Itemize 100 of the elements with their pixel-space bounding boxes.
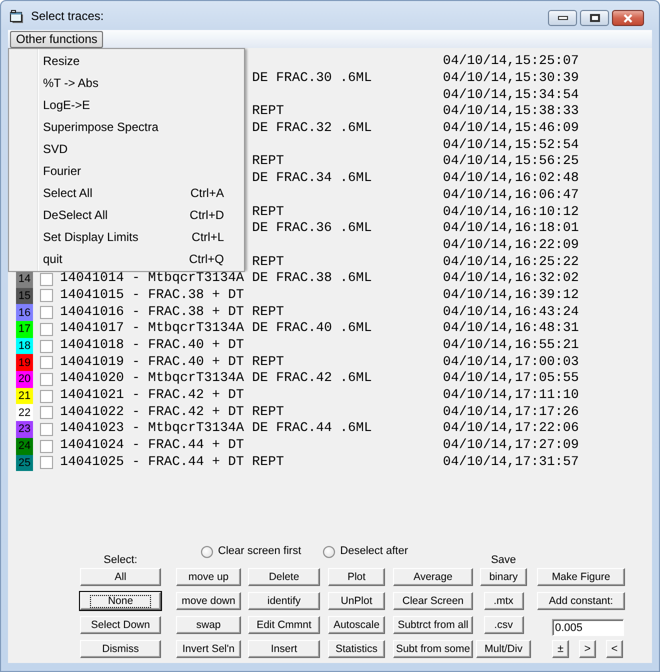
- action-button[interactable]: Add constant:: [537, 592, 625, 610]
- timestamp: 04/10/14,17:27:09: [442, 440, 579, 452]
- action-button[interactable]: All: [80, 568, 161, 586]
- action-button[interactable]: UnPlot: [328, 592, 385, 610]
- trace-label: DE FRAC.32 .6ML: [252, 123, 372, 136]
- menu-option[interactable]: SVD: [9, 138, 244, 160]
- action-button[interactable]: Select Down: [80, 616, 161, 634]
- window-icon: [10, 10, 24, 23]
- checkbox[interactable]: [40, 272, 53, 286]
- trace-label: 14041017 - MtbqcrT3134A DE FRAC.40 .6ML: [60, 323, 372, 336]
- action-button[interactable]: Insert: [248, 640, 320, 658]
- radio-option[interactable]: Deselect after: [323, 545, 408, 558]
- timestamp: 04/10/14,17:11:10: [442, 390, 579, 402]
- action-button[interactable]: .mtx: [484, 592, 524, 610]
- timestamp: 04/10/14,16:55:21: [442, 340, 579, 352]
- action-button[interactable]: None: [80, 592, 161, 610]
- timestamp: 04/10/14,16:10:12: [442, 206, 579, 219]
- action-button[interactable]: .csv: [484, 616, 524, 634]
- input-field[interactable]: 0.005: [552, 619, 624, 636]
- checkbox[interactable]: [40, 390, 53, 403]
- trace-label: 14041022 - FRAC.42 + DT REPT: [60, 406, 284, 419]
- trace-label: DE FRAC.36 .6ML: [252, 223, 372, 236]
- trace-number: 18: [16, 338, 33, 354]
- checkbox[interactable]: [40, 322, 53, 336]
- checkbox[interactable]: [40, 289, 53, 302]
- action-button[interactable]: Subtrct from all: [393, 616, 473, 634]
- timestamp: 04/10/14,16:32:02: [442, 273, 579, 286]
- action-button[interactable]: identify: [248, 592, 320, 610]
- checkbox[interactable]: [40, 456, 53, 470]
- trace-label: 14041018 - FRAC.40 + DT: [60, 340, 244, 352]
- checkbox[interactable]: [40, 356, 53, 370]
- close-button[interactable]: [612, 10, 644, 26]
- action-button[interactable]: Average: [393, 568, 473, 586]
- action-button[interactable]: Delete: [248, 568, 320, 586]
- shortcut-text: Ctrl+A: [190, 185, 224, 202]
- shortcut-text: Ctrl+D: [190, 207, 224, 224]
- action-button[interactable]: swap: [176, 616, 241, 634]
- menu-option[interactable]: %T -> Abs: [9, 72, 244, 94]
- menu-option[interactable]: Superimpose Spectra: [9, 116, 244, 138]
- checkbox[interactable]: [40, 422, 53, 436]
- maximize-icon: [590, 14, 600, 22]
- menu-title[interactable]: Other functions: [10, 30, 104, 48]
- timestamp: 04/10/14,15:34:54: [442, 90, 579, 102]
- timestamp: 04/10/14,17:05:55: [442, 373, 579, 386]
- timestamp: 04/10/14,15:25:07: [442, 56, 579, 68]
- timestamp: 04/10/14,15:30:39: [442, 73, 579, 86]
- action-button[interactable]: Make Figure: [537, 568, 625, 586]
- trace-label: 14041025 - FRAC.44 + DT REPT: [60, 456, 284, 469]
- shortcut-text: Ctrl+Q: [188, 251, 224, 268]
- checkbox[interactable]: [40, 306, 53, 320]
- checkbox[interactable]: [40, 440, 53, 453]
- action-button[interactable]: >: [579, 640, 596, 658]
- timestamp: 04/10/14,16:22:09: [442, 240, 579, 252]
- action-button[interactable]: Mult/Div: [476, 640, 532, 658]
- checkbox[interactable]: [40, 406, 53, 420]
- timestamp: 04/10/14,16:39:12: [442, 290, 579, 302]
- minimize-icon: [558, 16, 568, 20]
- checkbox[interactable]: [40, 372, 53, 386]
- action-button[interactable]: Autoscale: [328, 616, 385, 634]
- timestamp: 04/10/14,15:56:25: [442, 156, 579, 168]
- action-button[interactable]: Plot: [328, 568, 385, 586]
- action-button[interactable]: Statistics: [328, 640, 385, 658]
- column-heading: Select:: [104, 554, 138, 567]
- action-button[interactable]: Subt from some: [393, 640, 473, 658]
- close-icon: [623, 14, 633, 22]
- menu-option[interactable]: quit Ctrl+Q: [9, 248, 244, 270]
- timestamp: 04/10/14,15:52:54: [442, 140, 579, 152]
- menu-option[interactable]: Set Display Limits Ctrl+L: [9, 226, 244, 248]
- timestamp: 04/10/14,15:38:33: [442, 106, 579, 118]
- trace-label: 14041020 - MtbqcrT3134A DE FRAC.42 .6ML: [60, 373, 372, 386]
- menu-option[interactable]: Fourier: [9, 160, 244, 182]
- radio-option[interactable]: Clear screen first: [201, 545, 302, 558]
- trace-label: DE FRAC.30 .6ML: [252, 73, 372, 86]
- action-button[interactable]: binary: [480, 568, 527, 586]
- minimize-button[interactable]: [548, 10, 577, 26]
- column-heading: Save: [490, 554, 516, 567]
- trace-label: 14041023 - MtbqcrT3134A DE FRAC.44 .6ML: [60, 423, 372, 436]
- menu-option[interactable]: Select All Ctrl+A: [9, 182, 244, 204]
- trace-label: 14041014 - MtbqcrT3134A DE FRAC.38 .6ML: [60, 273, 372, 286]
- menu-option[interactable]: Resize: [9, 50, 244, 72]
- action-button[interactable]: Invert Sel'n: [176, 640, 241, 658]
- radio-button[interactable]: [201, 546, 213, 558]
- maximize-button[interactable]: [580, 10, 609, 26]
- action-button[interactable]: Edit Cmmnt: [248, 616, 320, 634]
- trace-number: 21: [16, 388, 33, 404]
- menu-option[interactable]: DeSelect All Ctrl+D: [9, 204, 244, 226]
- trace-label: REPT: [252, 156, 284, 168]
- action-button[interactable]: Dismiss: [80, 640, 161, 658]
- action-button[interactable]: move down: [176, 592, 241, 610]
- timestamp: 04/10/14,16:43:24: [442, 306, 579, 319]
- menu-option[interactable]: LogE->E: [9, 94, 244, 116]
- checkbox[interactable]: [40, 340, 53, 353]
- action-button[interactable]: move up: [176, 568, 241, 586]
- action-button[interactable]: <: [606, 640, 623, 658]
- trace-number: 22: [16, 404, 33, 422]
- timestamp: 04/10/14,16:25:22: [442, 256, 579, 269]
- radio-button[interactable]: [323, 546, 336, 558]
- action-button[interactable]: Clear Screen: [393, 592, 473, 610]
- trace-label: REPT: [252, 206, 284, 219]
- action-button[interactable]: ±: [552, 640, 569, 658]
